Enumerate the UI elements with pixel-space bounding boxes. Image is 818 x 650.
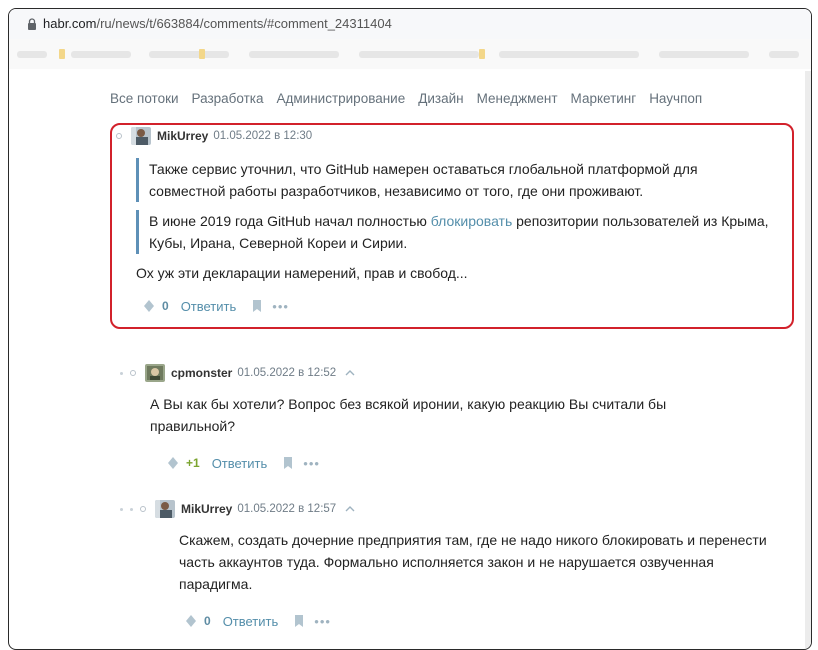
vote-diamond-icon[interactable] xyxy=(168,457,178,469)
url-text[interactable]: habr.com/ru/news/t/663884/comments/#comm… xyxy=(43,16,392,31)
bookmarks-bar xyxy=(9,39,811,70)
lock-icon xyxy=(28,18,36,30)
avatar[interactable] xyxy=(145,364,165,382)
more-dots-icon[interactable]: ••• xyxy=(303,456,320,471)
comment-date[interactable]: 01.05.2022 в 12:30 xyxy=(213,130,312,142)
bookmark-icon[interactable] xyxy=(283,457,293,469)
comment-body: А Вы как бы хотели? Вопрос без всякой ир… xyxy=(150,396,667,434)
reply-button[interactable]: Ответить xyxy=(181,299,237,314)
reply-button[interactable]: Ответить xyxy=(212,456,268,471)
quote-text: В июне 2019 года GitHub начал полностью xyxy=(149,213,431,229)
block-link[interactable]: блокировать xyxy=(431,213,512,229)
nav-item-marketing[interactable]: Маркетинг xyxy=(571,91,637,106)
chevron-up-icon[interactable] xyxy=(344,503,356,515)
comment-date[interactable]: 01.05.2022 в 12:57 xyxy=(237,503,336,515)
avatar[interactable] xyxy=(155,500,175,518)
url-host: habr.com xyxy=(43,16,97,31)
comment-body: Скажем, создать дочерние предприятия там… xyxy=(179,532,767,592)
vote-diamond-icon[interactable] xyxy=(144,300,154,312)
blockquote: В июне 2019 года GitHub начал полностью … xyxy=(136,210,776,254)
scrollbar-track[interactable] xyxy=(805,71,811,649)
comment-footer: +1 Ответить ••• xyxy=(168,453,780,473)
thread-bullet-icon xyxy=(140,506,146,512)
comment-date[interactable]: 01.05.2022 в 12:52 xyxy=(237,367,336,379)
comment-1: MikUrrey 01.05.2022 в 12:30 Также сервис… xyxy=(116,126,776,316)
comment-header: MikUrrey 01.05.2022 в 12:57 xyxy=(120,499,800,519)
nav-item-development[interactable]: Разработка xyxy=(192,91,264,106)
url-path: /ru/news/t/663884/comments/#comment_2431… xyxy=(96,16,392,31)
main-nav: Все потоки Разработка Администрирование … xyxy=(9,69,811,127)
thread-dot-icon xyxy=(120,371,123,375)
thread-bullet-icon xyxy=(116,133,122,139)
blockquote: Также сервис уточнил, что GitHub намерен… xyxy=(136,158,776,202)
thread-bullet-icon xyxy=(130,370,136,376)
comment-3: MikUrrey 01.05.2022 в 12:57 Скажем, созд… xyxy=(120,499,800,631)
thread-dot-icon xyxy=(120,507,123,511)
more-dots-icon[interactable]: ••• xyxy=(272,299,289,314)
more-dots-icon[interactable]: ••• xyxy=(314,614,331,629)
bookmark-icon[interactable] xyxy=(294,615,304,627)
nav-item-management[interactable]: Менеджмент xyxy=(477,91,558,106)
reply-button[interactable]: Ответить xyxy=(223,614,279,629)
comment-footer: 0 Ответить ••• xyxy=(186,611,800,631)
thread-dot-icon xyxy=(130,507,133,511)
comment-score: 0 xyxy=(204,614,211,628)
nav-item-design[interactable]: Дизайн xyxy=(418,91,463,106)
vote-diamond-icon[interactable] xyxy=(186,615,196,627)
comment-author[interactable]: cpmonster xyxy=(171,366,232,380)
comment-author[interactable]: MikUrrey xyxy=(181,502,232,516)
comment-2: cpmonster 01.05.2022 в 12:52 А Вы как бы… xyxy=(120,363,780,473)
address-bar[interactable]: habr.com/ru/news/t/663884/comments/#comm… xyxy=(9,9,811,40)
comment-author[interactable]: MikUrrey xyxy=(157,129,208,143)
bookmark-icon[interactable] xyxy=(252,300,262,312)
comment-score: 0 xyxy=(162,299,169,313)
nav-item-popsci[interactable]: Научпоп xyxy=(649,91,702,106)
comment-header: MikUrrey 01.05.2022 в 12:30 xyxy=(116,126,776,146)
comment-header: cpmonster 01.05.2022 в 12:52 xyxy=(120,363,780,383)
browser-window: habr.com/ru/news/t/663884/comments/#comm… xyxy=(8,8,812,650)
comment-body: Также сервис уточнил, что GitHub намерен… xyxy=(136,158,776,284)
chevron-up-icon[interactable] xyxy=(344,367,356,379)
comment-score: +1 xyxy=(186,456,200,470)
nav-item-all[interactable]: Все потоки xyxy=(110,91,179,106)
nav-item-admin[interactable]: Администрирование xyxy=(277,91,406,106)
comment-text: Ох уж эти декларации намерений, прав и с… xyxy=(136,265,468,281)
comment-footer: 0 Ответить ••• xyxy=(144,296,776,316)
avatar[interactable] xyxy=(131,127,151,145)
